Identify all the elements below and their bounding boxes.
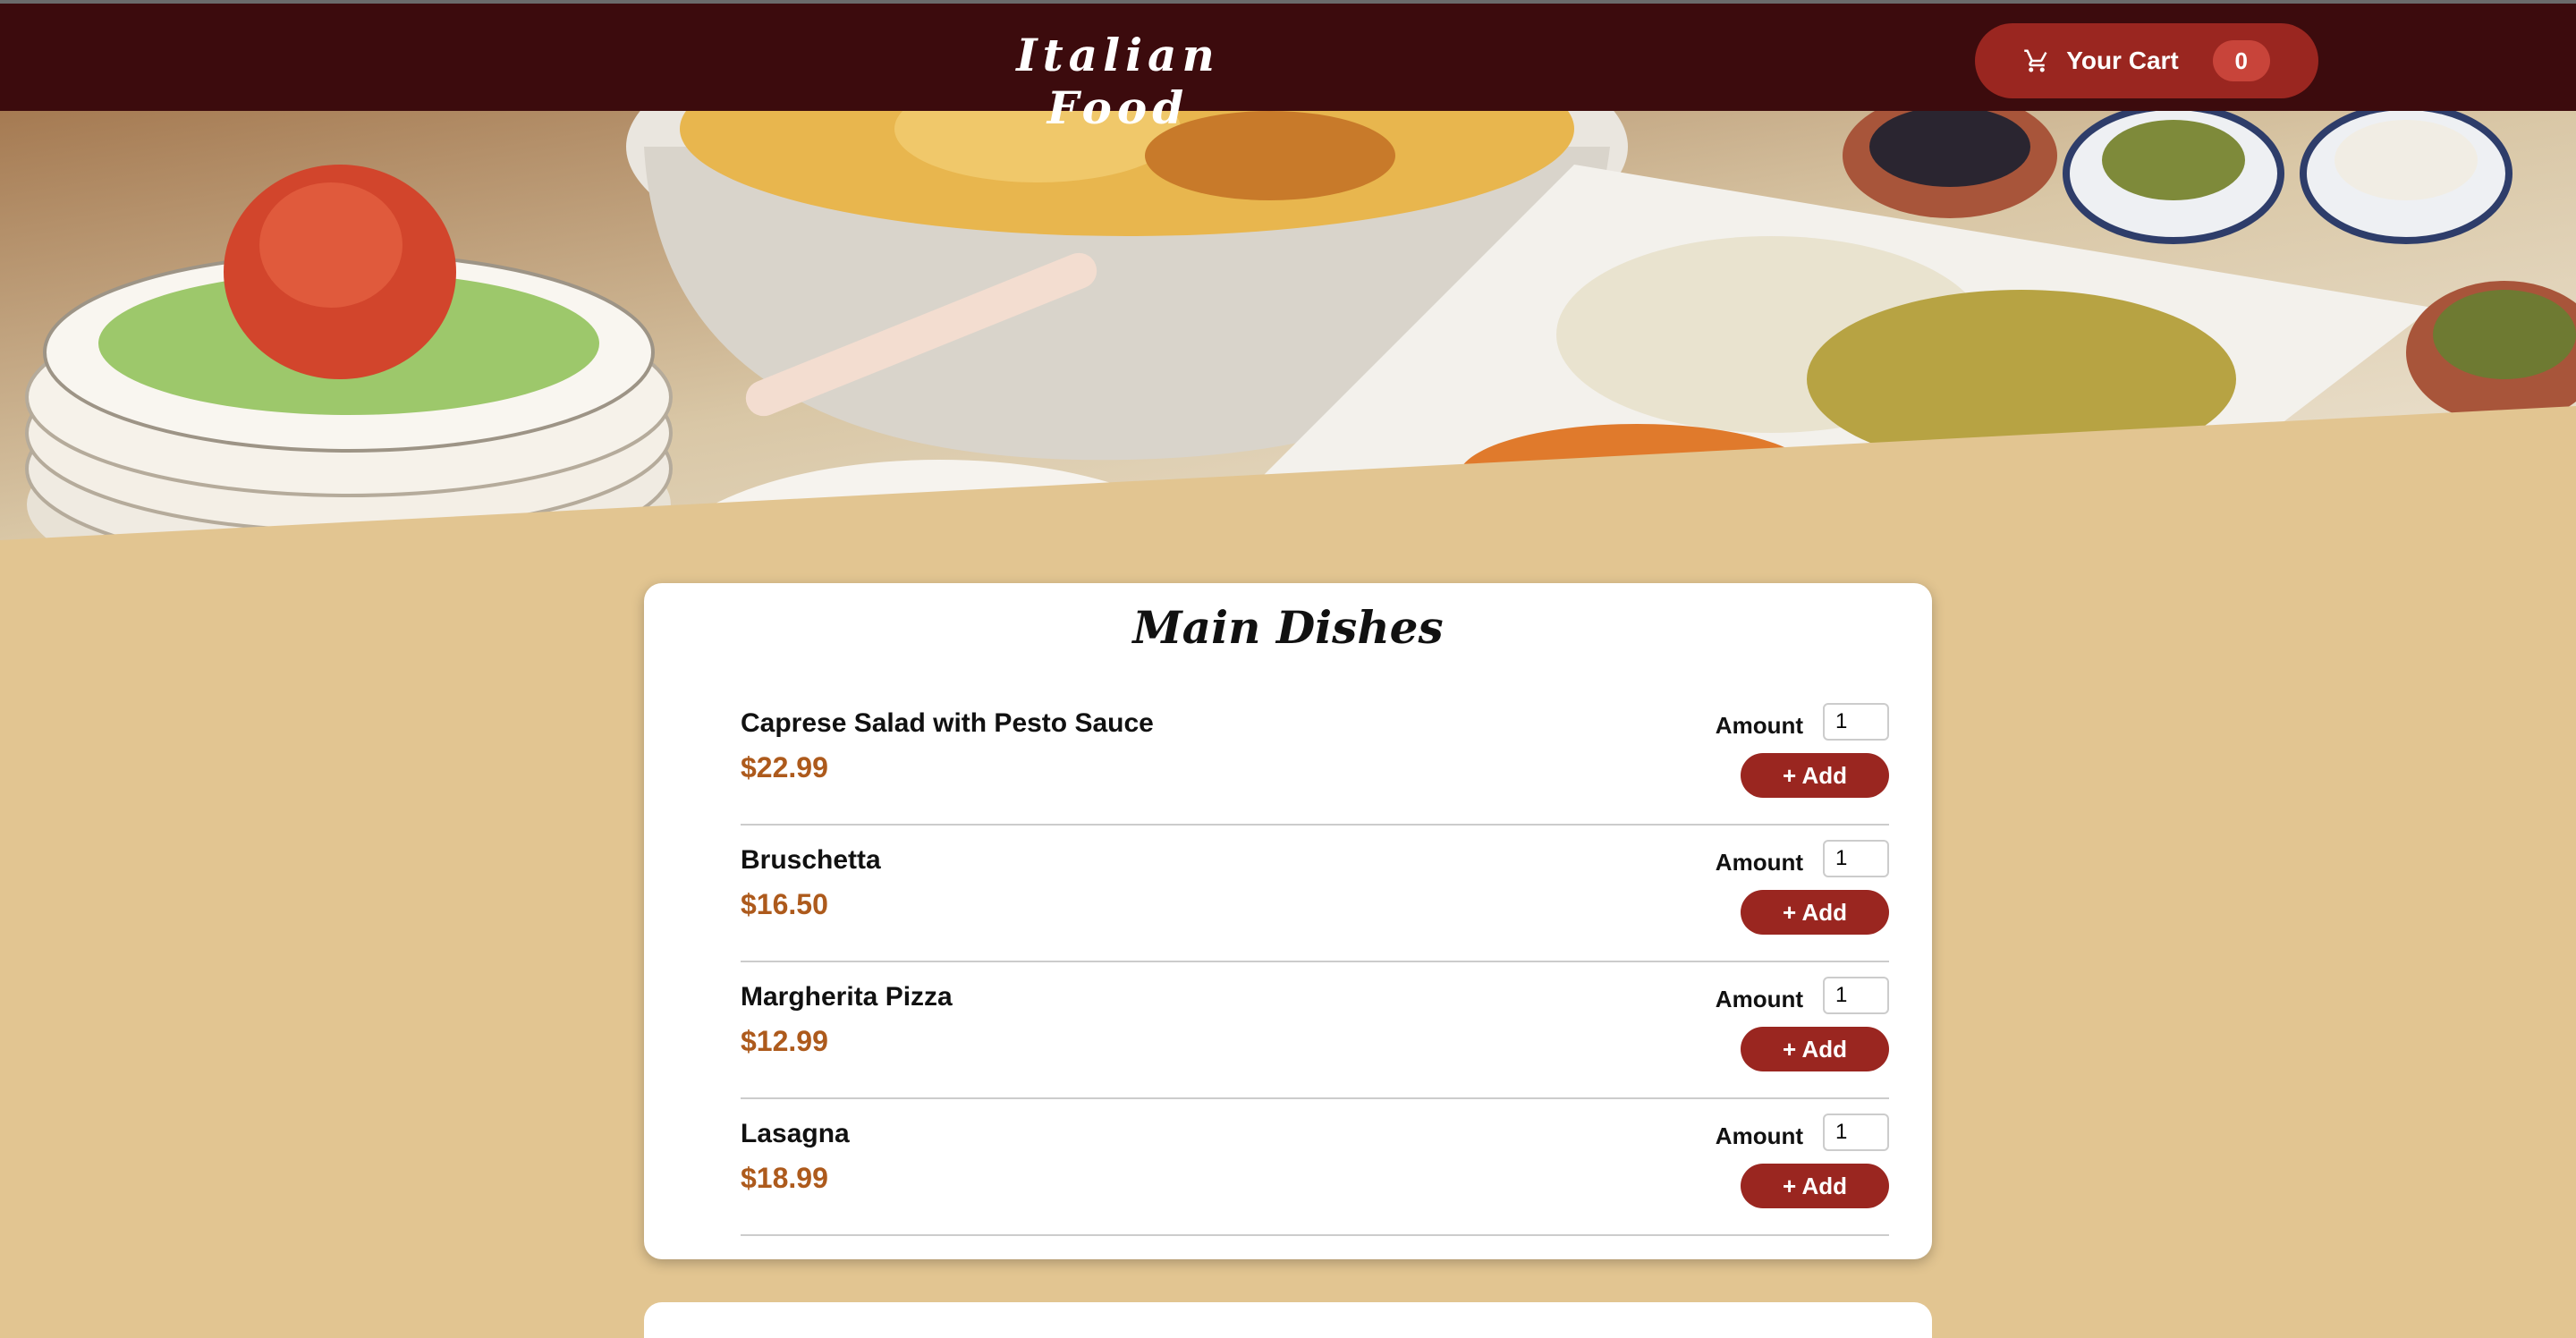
meal-item: Margherita Pizza $12.99 Amount + Add	[741, 962, 1889, 1099]
section-title: Main Dishes	[1132, 601, 1444, 654]
add-to-cart-button[interactable]: + Add	[1741, 753, 1889, 798]
amount-input[interactable]	[1823, 977, 1889, 1014]
meal-name: Bruschetta	[741, 845, 881, 875]
meal-price: $12.99	[741, 1025, 828, 1057]
cart-count-badge: 0	[2212, 40, 2270, 81]
site-header: Italian Food Your Cart 0	[0, 0, 2576, 134]
add-to-cart-button[interactable]: + Add	[1741, 1027, 1889, 1071]
next-section-card	[644, 1302, 1932, 1338]
cart-label: Your Cart	[2066, 47, 2179, 74]
meal-name: Lasagna	[741, 1119, 850, 1148]
amount-label: Amount	[1715, 849, 1803, 876]
shopping-cart-icon	[2023, 47, 2050, 74]
meal-list: Caprese Salad with Pesto Sauce $22.99 Amou…	[741, 689, 1889, 1236]
site-title: Italian Food	[1016, 29, 1220, 134]
cart-button[interactable]: Your Cart 0	[1975, 23, 2318, 98]
meal-name: Caprese Salad with Pesto Sauce	[741, 708, 1154, 738]
meal-price: $18.99	[741, 1162, 828, 1194]
amount-label: Amount	[1715, 1122, 1803, 1149]
meal-price: $16.50	[741, 888, 828, 920]
meal-price: $22.99	[741, 751, 828, 783]
italian-dishes-photo	[0, 111, 2576, 540]
amount-label: Amount	[1715, 712, 1803, 739]
add-to-cart-button[interactable]: + Add	[1741, 890, 1889, 935]
amount-input[interactable]	[1823, 703, 1889, 741]
amount-label: Amount	[1715, 986, 1803, 1012]
add-to-cart-button[interactable]: + Add	[1741, 1164, 1889, 1208]
amount-input[interactable]	[1823, 1114, 1889, 1151]
meal-item: Caprese Salad with Pesto Sauce $22.99 Amou…	[741, 689, 1889, 826]
meal-item: Lasagna $18.99 Amount + Add	[741, 1099, 1889, 1236]
amount-input[interactable]	[1823, 840, 1889, 877]
main-dishes-card: Main Dishes Caprese Salad with Pesto Sau…	[644, 583, 1932, 1259]
meal-name: Margherita Pizza	[741, 982, 953, 1012]
hero-banner	[0, 111, 2576, 540]
meal-item: Bruschetta $16.50 Amount + Add	[741, 826, 1889, 962]
